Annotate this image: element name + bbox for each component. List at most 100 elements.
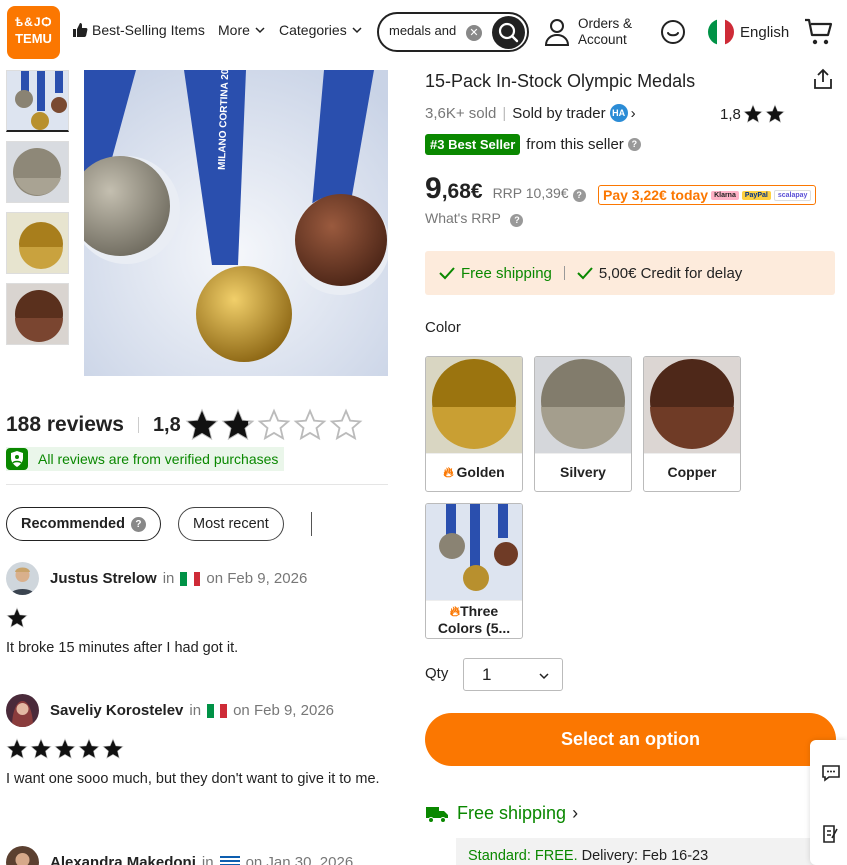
star-filled-icon xyxy=(6,607,28,628)
truck-icon xyxy=(426,806,448,823)
review-stars xyxy=(6,607,396,629)
categories-menu[interactable]: Categories xyxy=(279,22,363,38)
qty-label: Qty xyxy=(425,665,449,682)
chat-button[interactable] xyxy=(821,764,841,787)
reviewer-in: in xyxy=(189,702,202,719)
divider xyxy=(137,417,139,433)
seller-badge: HA xyxy=(609,104,628,122)
shipping-banner[interactable]: Free shipping 5,00€ Credit for delay xyxy=(425,251,835,295)
reviewer-row: Saveliy Korostelev in on Feb 9, 2026 xyxy=(6,694,396,727)
help-icon[interactable]: ? xyxy=(572,189,586,202)
rating-stars xyxy=(185,408,363,442)
avatar[interactable] xyxy=(6,694,39,727)
help-icon: ? xyxy=(510,214,524,227)
chat-icon xyxy=(822,765,840,782)
whats-rrp-text: What's RRP xyxy=(425,210,501,226)
option-text: Silvery xyxy=(560,464,606,480)
support-chat-button[interactable] xyxy=(660,19,686,50)
review-item: Saveliy Korostelev in on Feb 9, 2026 I w… xyxy=(6,694,396,791)
star-filled-icon xyxy=(743,104,763,123)
rrp-price: RRP 10,39€ xyxy=(492,185,569,201)
price-block: 9 ,68€ RRP 10,39€ ? xyxy=(425,172,586,206)
free-shipping-link[interactable]: Free shipping › xyxy=(425,803,578,824)
help-icon[interactable]: ? xyxy=(627,138,641,151)
check-icon xyxy=(439,267,455,280)
avatar[interactable] xyxy=(6,562,39,595)
italy-flag-icon xyxy=(708,19,734,45)
thumbnail-copper[interactable] xyxy=(6,283,69,345)
temu-logo[interactable]: ѣ&ЈѺ TEMU xyxy=(7,6,60,59)
check-icon xyxy=(577,267,593,280)
option-text: Three Colors (5... xyxy=(437,602,511,636)
color-option-three-colors[interactable]: 🔥︎Three Colors (5... xyxy=(425,503,523,639)
more-menu[interactable]: More xyxy=(218,22,266,38)
seller-rating-value: 1,8 xyxy=(720,105,741,123)
sort-recent-label: Most recent xyxy=(193,516,269,532)
language-selector[interactable]: English xyxy=(708,19,789,45)
main-product-image[interactable]: MILANO CORTINA 2026 xyxy=(84,70,388,376)
account-label: Account xyxy=(578,32,627,47)
verified-text: All reviews are from verified purchases xyxy=(38,451,279,467)
search-icon xyxy=(498,22,519,43)
italy-flag-icon xyxy=(207,703,228,718)
best-selling-label: Best-Selling Items xyxy=(92,22,205,38)
copper-swatch xyxy=(644,357,740,453)
color-option-golden[interactable]: 🔥︎ Golden xyxy=(425,356,523,492)
thumbnail-silver[interactable] xyxy=(6,141,69,203)
share-button[interactable] xyxy=(812,68,834,95)
avatar[interactable] xyxy=(6,846,39,865)
greece-flag-icon xyxy=(219,855,240,865)
sort-recent-button[interactable]: Most recent xyxy=(178,507,284,541)
shield-icon xyxy=(6,448,28,470)
review-count: 188 reviews xyxy=(6,413,124,436)
seller-link[interactable]: Sold by trader xyxy=(512,105,605,122)
chevron-down-icon xyxy=(352,27,362,34)
chat-smile-icon xyxy=(661,20,685,44)
orders-account-link[interactable]: Orders & Account xyxy=(544,16,632,48)
edit-note-icon xyxy=(823,825,838,843)
select-option-button[interactable]: Select an option xyxy=(425,713,836,766)
help-icon[interactable]: ? xyxy=(130,516,146,532)
color-label: Color xyxy=(425,319,461,336)
pay-later-banner[interactable]: Pay 3,22€ today Klarna PayPal scalapay xyxy=(598,185,817,205)
best-seller-badge[interactable]: #3 Best Seller xyxy=(425,134,521,155)
review-score: 1,8 xyxy=(152,413,181,436)
reviewer-name[interactable]: Saveliy Korostelev xyxy=(50,702,183,719)
thumbnail-all-medals[interactable] xyxy=(6,70,69,132)
paypal-badge: PayPal xyxy=(741,190,771,200)
italy-flag-icon xyxy=(180,571,201,586)
seller-rating: 1,8 xyxy=(720,104,785,124)
reviewer-name[interactable]: Alexandra Makedoni xyxy=(50,854,196,865)
reviewer-row: Alexandra Makedoni in on Jan 30, 2026 xyxy=(6,846,396,865)
search-input[interactable] xyxy=(389,23,461,38)
logo-text: TEMU xyxy=(15,31,52,46)
option-text: Copper xyxy=(667,464,717,480)
cart-button[interactable] xyxy=(804,17,834,52)
color-option-copper[interactable]: Copper xyxy=(643,356,741,492)
search-button[interactable] xyxy=(492,16,525,49)
best-selling-link[interactable]: Best-Selling Items xyxy=(72,22,205,38)
standard-free-text: Standard: FREE. xyxy=(468,848,578,864)
price-integer: 9 xyxy=(425,172,442,205)
reviewer-name[interactable]: Justus Strelow xyxy=(50,570,157,587)
review-stars xyxy=(6,738,396,760)
sort-recommended-button[interactable]: Recommended ? xyxy=(6,507,161,541)
option-label: 🔥︎Three Colors (5... xyxy=(426,600,522,638)
chevron-right-icon[interactable]: › xyxy=(631,105,636,122)
cart-icon xyxy=(805,18,833,45)
divider xyxy=(6,484,388,485)
qty-select[interactable]: 1 xyxy=(463,658,563,691)
clear-search-icon[interactable]: ✕ xyxy=(466,25,482,41)
thumbnail-gold[interactable] xyxy=(6,212,69,274)
feedback-button[interactable] xyxy=(822,824,840,849)
option-text: Golden xyxy=(456,464,505,480)
star-filled-icon xyxy=(54,738,76,759)
credit-text: 5,00€ Credit for delay xyxy=(598,264,743,282)
top-header: ѣ&ЈѺ TEMU Best-Selling Items More Catego… xyxy=(0,0,847,68)
color-option-silvery[interactable]: Silvery xyxy=(534,356,632,492)
divider: | xyxy=(502,104,507,122)
whats-rrp-link[interactable]: What's RRP ? xyxy=(425,210,524,227)
review-date: on Jan 30, 2026 xyxy=(245,854,354,865)
categories-label: Categories xyxy=(279,22,347,38)
price-decimals: ,68€ xyxy=(441,180,483,203)
